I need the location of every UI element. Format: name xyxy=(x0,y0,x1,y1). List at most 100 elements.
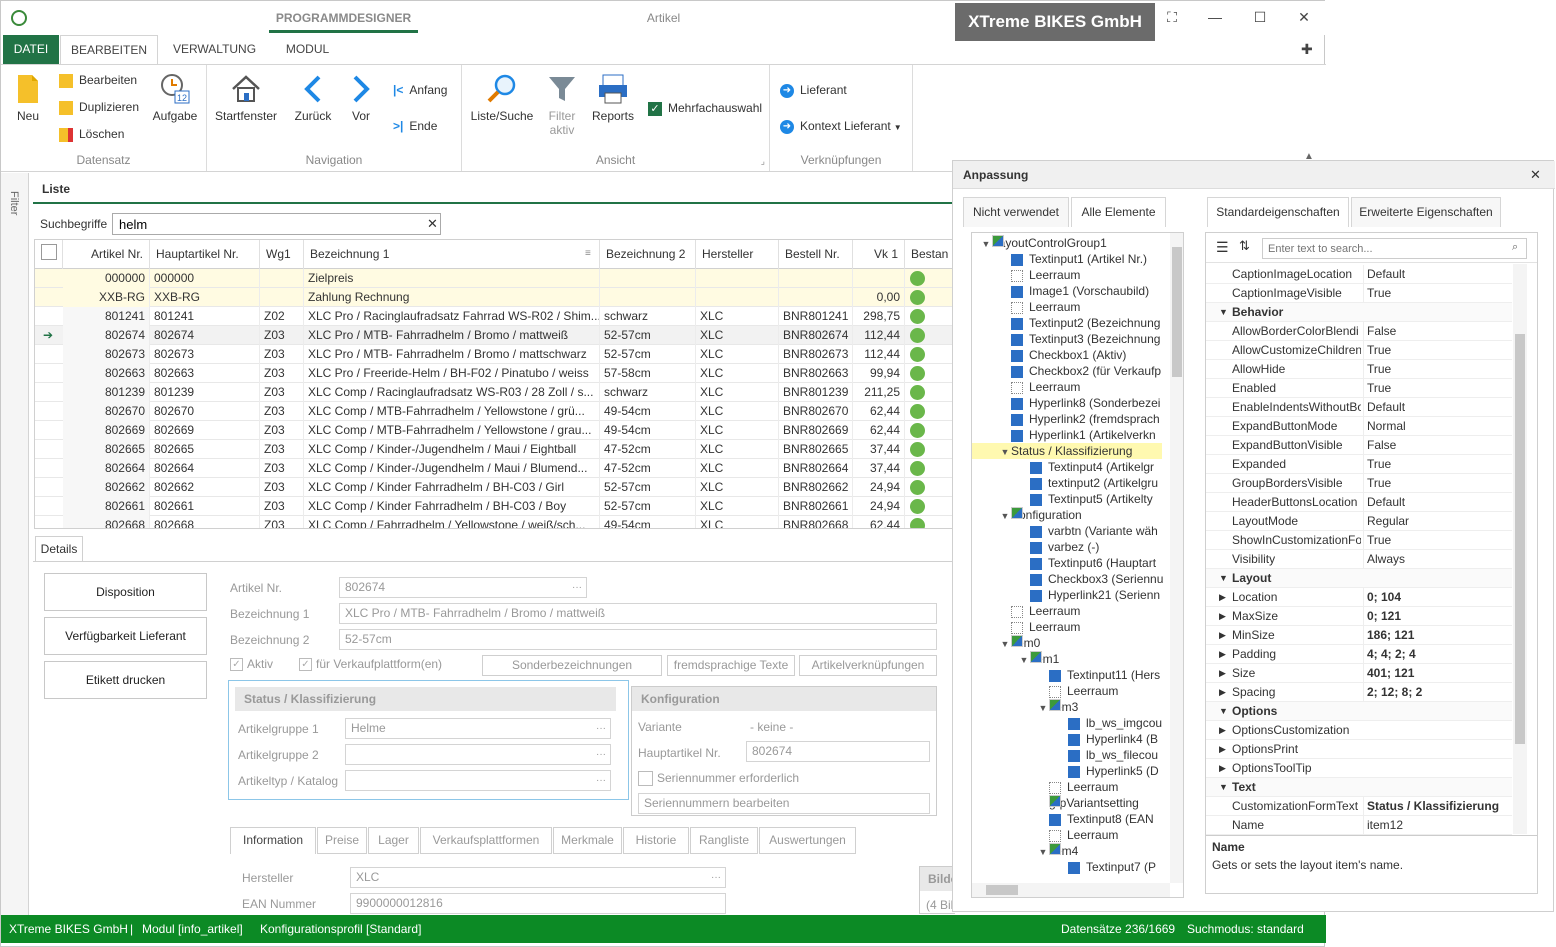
property-value[interactable]: True xyxy=(1363,474,1513,492)
tree-node[interactable]: Image1 (Vorschaubild) xyxy=(999,283,1149,299)
tree-node[interactable]: Textinput7 (P xyxy=(1056,859,1156,875)
table-row[interactable]: 802662 802662 Z03 XLC Comp / Kinder Fahrrad… xyxy=(35,478,953,497)
property-row[interactable]: AllowHide True xyxy=(1206,360,1512,379)
tab-bearbeiten[interactable]: BEARBEITEN xyxy=(60,35,158,65)
sort-az-icon[interactable]: ⇅ xyxy=(1239,238,1250,254)
table-row[interactable]: 000000 000000 Zielpreis xyxy=(35,269,953,288)
artikelgruppe2-field[interactable]: ··· xyxy=(345,744,611,765)
tab-datei[interactable]: DATEI xyxy=(3,35,59,65)
col-hauptartikel-nr[interactable]: Hauptartikel Nr. xyxy=(150,240,260,269)
col-bestell-nr[interactable]: Bestell Nr. xyxy=(779,240,853,269)
bearbeiten-button[interactable]: Bearbeiten xyxy=(59,73,137,88)
filter-label[interactable]: Filter xyxy=(8,191,20,215)
select-all-checkbox[interactable] xyxy=(35,240,63,269)
table-row[interactable]: ➔ 802674 802674 Z03 XLC Pro / MTB- Fahrradhe… xyxy=(35,326,953,345)
tree-node[interactable]: Leerraum xyxy=(1037,779,1118,795)
tree-node[interactable]: ▼ item1 xyxy=(1018,651,1059,667)
chevron-right-icon[interactable]: ▶ xyxy=(1219,740,1226,758)
table-row[interactable]: 802673 802673 Z03 XLC Pro / MTB- Fahrradhel… xyxy=(35,345,953,364)
tree-node[interactable]: textinput2 (Artikelgru xyxy=(1018,475,1158,491)
article-grid[interactable]: Artikel Nr. Hauptartikel Nr. Wg1 Bezeich… xyxy=(34,239,954,529)
artikelverknuepfungen-button[interactable]: Artikelverknüpfungen xyxy=(799,655,937,676)
tree-hscroll-thumb[interactable] xyxy=(986,885,1018,895)
col-hersteller[interactable]: Hersteller xyxy=(696,240,779,269)
property-row[interactable]: Enabled True xyxy=(1206,379,1512,398)
tree-node[interactable]: Leerraum xyxy=(999,299,1080,315)
tab-verkaufsplattformen[interactable]: Verkaufsplattformen xyxy=(420,827,552,854)
tree-node[interactable]: lb_ws_filecou xyxy=(1056,747,1158,763)
tree-node[interactable]: Textinput3 (Bezeichnung xyxy=(999,331,1160,347)
seriennummer-checkbox[interactable]: Seriennummer erforderlich xyxy=(638,771,799,787)
fremdsprachige-texte-button[interactable]: fremdsprachige Texte xyxy=(667,655,795,676)
property-row[interactable]: ▶ Location 0; 104 xyxy=(1206,588,1512,607)
tab-auswertungen[interactable]: Auswertungen xyxy=(759,827,856,854)
chevron-down-icon[interactable]: ▼ xyxy=(999,444,1011,460)
ellipsis-icon[interactable]: ··· xyxy=(596,745,606,764)
tree-node[interactable]: Hyperlink8 (Sonderbezei xyxy=(999,395,1160,411)
property-value[interactable]: 0; 121 xyxy=(1363,607,1513,625)
tree-node[interactable]: Textinput6 (Hauptart xyxy=(1018,555,1156,571)
property-row[interactable]: EnableIndentsWithoutBo Default xyxy=(1206,398,1512,417)
property-search-input[interactable] xyxy=(1262,238,1527,259)
property-row[interactable]: CaptionImageLocation Default xyxy=(1206,265,1512,284)
tree-node[interactable]: Leerraum xyxy=(1037,827,1118,843)
seriennummern-bearbeiten-button[interactable]: Seriennummern bearbeiten xyxy=(638,793,930,814)
property-value[interactable]: Default xyxy=(1363,398,1513,416)
anfang-button[interactable]: |< Anfang xyxy=(393,83,447,97)
tree-node[interactable]: Hyperlink1 (Artikelverkn xyxy=(999,427,1156,443)
loeschen-button[interactable]: Löschen xyxy=(59,127,124,142)
tree-node[interactable]: lb_ws_imgcou xyxy=(1056,715,1162,731)
filter-sidebar[interactable] xyxy=(1,173,29,915)
puzzle-icon[interactable]: ✚ xyxy=(1301,41,1313,58)
property-category[interactable]: ▼ Behavior xyxy=(1206,303,1512,322)
ende-button[interactable]: >| Ende xyxy=(393,119,437,133)
property-value[interactable]: True xyxy=(1363,360,1513,378)
zurueck-button[interactable]: Zurück xyxy=(291,73,335,123)
filter-list-icon[interactable]: ≡ xyxy=(585,248,591,259)
tab-merkmale[interactable]: Merkmale xyxy=(553,827,622,854)
ellipsis-icon[interactable]: ··· xyxy=(596,771,606,790)
chevron-down-icon[interactable]: ▼ xyxy=(1018,652,1030,668)
chevron-down-icon[interactable]: ▼ xyxy=(1037,700,1049,716)
reports-button[interactable]: Reports xyxy=(590,73,636,123)
property-row[interactable]: Visibility Always xyxy=(1206,550,1512,569)
property-value[interactable]: 0; 104 xyxy=(1363,588,1513,606)
tree-hscrollbar[interactable] xyxy=(972,883,1170,897)
lieferant-button[interactable]: ➜ Lieferant xyxy=(780,83,847,98)
tree-node[interactable]: Leerraum xyxy=(1037,683,1118,699)
artikelgruppe1-field[interactable]: Helme ··· xyxy=(345,718,611,739)
bezeichnung2-field[interactable]: 52-57cm xyxy=(339,629,937,650)
property-row[interactable]: ▶ MaxSize 0; 121 xyxy=(1206,607,1512,626)
tab-information[interactable]: Information xyxy=(230,827,316,854)
chevron-down-icon[interactable]: ▼ xyxy=(1219,303,1228,321)
property-row[interactable]: AllowCustomizeChildren True xyxy=(1206,341,1512,360)
maximize-icon[interactable]: ☐ xyxy=(1245,6,1275,28)
tree-vscrollbar[interactable] xyxy=(1170,233,1183,883)
layout-tree[interactable]: ▼ LayoutControlGroup1 Textinput1 (Artikel … xyxy=(971,232,1184,898)
property-row[interactable]: CaptionImageVisible True xyxy=(1206,284,1512,303)
tree-node[interactable]: varbez (-) xyxy=(1018,539,1099,555)
tree-node[interactable]: Textinput4 (Artikelgr xyxy=(1018,459,1154,475)
tree-node[interactable]: ▼ LayoutControlGroup1 xyxy=(980,235,1107,251)
tree-node[interactable]: Textinput2 (Bezeichnung xyxy=(999,315,1160,331)
property-value[interactable]: 2; 12; 8; 2 xyxy=(1363,683,1513,701)
property-value[interactable]: True xyxy=(1363,284,1513,302)
property-row[interactable]: ▶ Padding 4; 4; 2; 4 xyxy=(1206,645,1512,664)
tree-node[interactable]: Textinput11 (Hers xyxy=(1037,667,1160,683)
property-row[interactable]: ▶ Spacing 2; 12; 8; 2 xyxy=(1206,683,1512,702)
tree-node[interactable]: Leerraum xyxy=(999,379,1080,395)
property-value[interactable]: False xyxy=(1363,322,1513,340)
property-row[interactable]: Expanded True xyxy=(1206,455,1512,474)
mehrfachauswahl-checkbox[interactable]: ✓ Mehrfachauswahl xyxy=(648,101,762,116)
ellipsis-icon[interactable]: ··· xyxy=(711,868,721,887)
table-row[interactable]: 801241 801241 Z02 XLC Pro / Racinglaufradsa… xyxy=(35,307,953,326)
tab-lager[interactable]: Lager xyxy=(368,827,419,854)
tree-node[interactable]: Leerraum xyxy=(999,619,1080,635)
clear-search-icon[interactable]: ✕ xyxy=(427,216,438,232)
chevron-down-icon[interactable]: ▼ xyxy=(1219,778,1228,796)
chevron-down-icon[interactable]: ▼ xyxy=(999,636,1011,652)
property-value[interactable]: True xyxy=(1363,341,1513,359)
table-row[interactable]: 802670 802670 Z03 XLC Comp / MTB-Fahrradhel… xyxy=(35,402,953,421)
tab-rangliste[interactable]: Rangliste xyxy=(690,827,758,854)
ean-field[interactable]: 9900000012816 xyxy=(350,893,726,914)
